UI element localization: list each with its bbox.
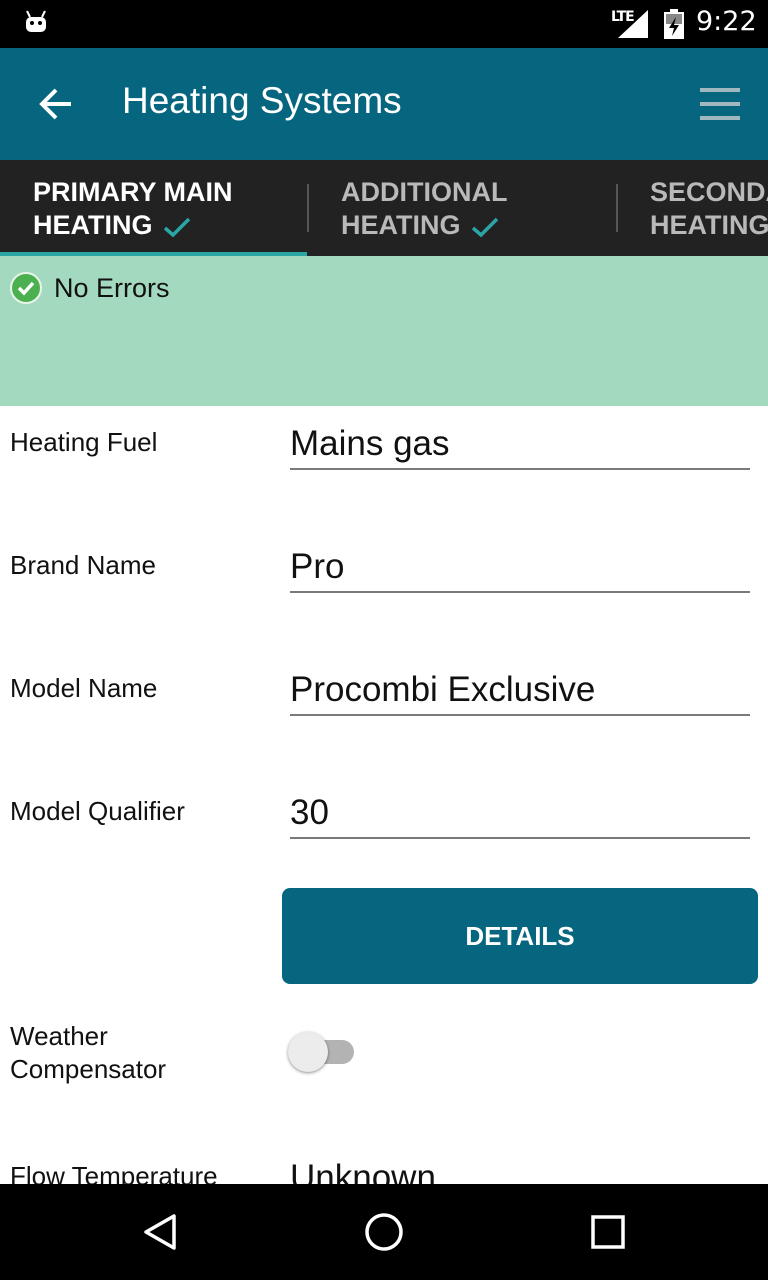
check-icon (163, 217, 190, 238)
check-circle-icon (10, 272, 42, 304)
system-nav-bar (0, 1184, 768, 1280)
triangle-back-icon (144, 1214, 176, 1250)
arrow-left-icon (39, 88, 71, 120)
switch-thumb (288, 1032, 328, 1072)
weather-compensator-switch[interactable] (288, 1030, 356, 1074)
weather-compensator-label-line1: Weather (10, 1021, 108, 1051)
brand-name-label: Brand Name (10, 550, 156, 580)
status-bar: LTE 9:22 (0, 0, 768, 48)
app-toolbar: Heating Systems (0, 48, 768, 160)
model-name-label: Model Name (10, 673, 158, 703)
circle-home-icon (365, 1213, 403, 1251)
form-scroll-area[interactable]: Heating Fuel Mains gas Brand Name Pro Mo… (0, 406, 768, 1184)
clock: 9:22 (696, 6, 757, 37)
details-button[interactable]: DETAILS (282, 888, 758, 984)
flow-temperature-field[interactable]: Unknown (290, 1156, 750, 1184)
weather-compensator-label: Weather Compensator (10, 1020, 166, 1086)
tab-label-line1: ADDITIONAL (341, 177, 508, 207)
weather-compensator-label-line2: Compensator (10, 1054, 167, 1084)
hamburger-icon (700, 88, 740, 120)
tab-label-line2: HEATING (341, 210, 461, 240)
tab-additional-heating[interactable]: ADDITIONAL HEATING (308, 160, 617, 256)
signal-icon (618, 10, 648, 38)
tab-label-line1: PRIMARY MAIN (33, 177, 233, 207)
flow-temperature-label: Flow Temperature (10, 1161, 218, 1184)
tab-label-line2: HEATING (33, 210, 153, 240)
android-icon (26, 10, 46, 32)
nav-recent-button[interactable] (580, 1204, 636, 1260)
model-qualifier-label: Model Qualifier (10, 796, 185, 826)
model-qualifier-field[interactable]: 30 (290, 791, 750, 839)
check-icon (471, 217, 498, 238)
heating-fuel-field[interactable]: Mains gas (290, 422, 750, 470)
model-name-field[interactable]: Procombi Exclusive (290, 668, 750, 716)
tab-label-line1: SECONDA (650, 177, 768, 207)
tab-primary-main-heating[interactable]: PRIMARY MAIN HEATING (0, 160, 307, 256)
brand-name-field[interactable]: Pro (290, 545, 750, 593)
nav-back-button[interactable] (132, 1204, 188, 1260)
nav-home-button[interactable] (356, 1204, 412, 1260)
validation-banner: No Errors (0, 256, 768, 406)
battery-icon (664, 9, 684, 39)
square-recent-icon (591, 1215, 625, 1249)
back-button[interactable] (28, 76, 84, 132)
menu-button[interactable] (692, 76, 748, 132)
heating-fuel-label: Heating Fuel (10, 427, 158, 457)
tab-secondary-heating[interactable]: SECONDA HEATING (617, 160, 768, 256)
page-title: Heating Systems (122, 80, 402, 121)
validation-message: No Errors (54, 273, 170, 303)
tab-bar: PRIMARY MAIN HEATING ADDITIONAL HEATING … (0, 160, 768, 256)
tab-label-line2: HEATING (650, 210, 768, 240)
